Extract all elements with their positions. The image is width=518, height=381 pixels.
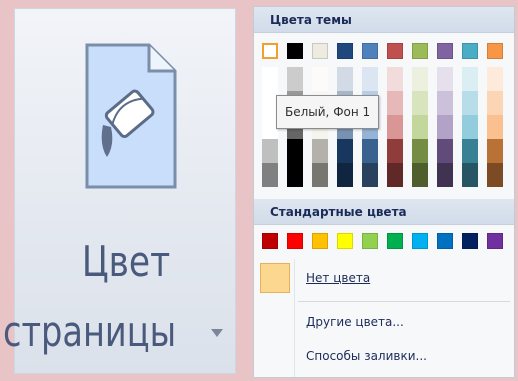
- menu-separator: [298, 301, 510, 302]
- dropdown-arrow-icon[interactable]: [211, 329, 223, 337]
- theme-color-swatch[interactable]: [262, 43, 278, 59]
- theme-shade-swatch[interactable]: [362, 163, 378, 187]
- theme-shade-swatch[interactable]: [412, 91, 428, 115]
- theme-shade-swatch[interactable]: [412, 163, 428, 187]
- theme-shade-swatch[interactable]: [262, 163, 278, 187]
- theme-shade-swatch[interactable]: [312, 163, 328, 187]
- theme-shade-swatch[interactable]: [487, 91, 503, 115]
- button-label-line1: Цвет: [81, 237, 171, 286]
- fill-effects-item[interactable]: Способы заливки...: [306, 349, 427, 363]
- theme-color-swatch[interactable]: [337, 43, 353, 59]
- theme-shade-swatch[interactable]: [337, 67, 353, 91]
- standard-color-swatch[interactable]: [387, 233, 403, 249]
- theme-shade-swatch[interactable]: [437, 115, 453, 139]
- theme-shade-swatch[interactable]: [387, 163, 403, 187]
- standard-color-swatch[interactable]: [337, 233, 353, 249]
- theme-color-swatch[interactable]: [462, 43, 478, 59]
- theme-shade-swatch[interactable]: [312, 67, 328, 91]
- theme-color-swatch[interactable]: [387, 43, 403, 59]
- theme-shade-swatch[interactable]: [462, 115, 478, 139]
- theme-shade-swatch[interactable]: [487, 67, 503, 91]
- theme-shade-swatch[interactable]: [287, 139, 303, 163]
- theme-shade-swatch[interactable]: [487, 163, 503, 187]
- theme-shade-swatch[interactable]: [487, 115, 503, 139]
- theme-shade-swatch[interactable]: [462, 67, 478, 91]
- theme-shade-swatch[interactable]: [437, 67, 453, 91]
- theme-shade-swatch[interactable]: [362, 139, 378, 163]
- page-color-menu: Цвета темы Белый, Фон 1 Стандартные цвет…: [253, 6, 515, 378]
- standard-color-swatch[interactable]: [412, 233, 428, 249]
- standard-color-swatch[interactable]: [487, 233, 503, 249]
- theme-shade-swatch[interactable]: [337, 163, 353, 187]
- theme-shade-swatch[interactable]: [412, 115, 428, 139]
- theme-shade-swatch[interactable]: [387, 67, 403, 91]
- theme-shade-swatch[interactable]: [387, 115, 403, 139]
- theme-shade-swatch[interactable]: [387, 91, 403, 115]
- standard-colors-header: Стандартные цвета: [254, 199, 514, 225]
- theme-colors-header: Цвета темы: [254, 7, 514, 33]
- more-colors-item[interactable]: Другие цвета...: [306, 315, 404, 329]
- theme-shade-swatch[interactable]: [362, 67, 378, 91]
- theme-shade-swatch[interactable]: [437, 91, 453, 115]
- standard-color-swatch[interactable]: [362, 233, 378, 249]
- theme-shade-swatch[interactable]: [412, 67, 428, 91]
- theme-color-swatch[interactable]: [437, 43, 453, 59]
- theme-shade-swatch[interactable]: [462, 163, 478, 187]
- theme-shade-swatch[interactable]: [437, 139, 453, 163]
- theme-color-swatch[interactable]: [312, 43, 328, 59]
- theme-shade-swatch[interactable]: [262, 67, 278, 91]
- theme-shade-swatch[interactable]: [287, 67, 303, 91]
- standard-color-swatch[interactable]: [437, 233, 453, 249]
- theme-color-swatch[interactable]: [412, 43, 428, 59]
- standard-color-swatch[interactable]: [287, 233, 303, 249]
- standard-color-swatch[interactable]: [462, 233, 478, 249]
- theme-shade-swatch[interactable]: [487, 139, 503, 163]
- no-color-swatch: [260, 263, 290, 293]
- theme-shade-swatch[interactable]: [437, 163, 453, 187]
- theme-shade-swatch[interactable]: [312, 139, 328, 163]
- standard-color-swatch[interactable]: [312, 233, 328, 249]
- color-tooltip: Белый, Фон 1: [276, 95, 380, 129]
- theme-shade-swatch[interactable]: [287, 163, 303, 187]
- theme-shade-swatch[interactable]: [262, 139, 278, 163]
- page-color-button[interactable]: Цвет страницы: [3, 8, 236, 374]
- no-color-item[interactable]: Нет цвета: [306, 271, 370, 285]
- theme-color-swatch[interactable]: [362, 43, 378, 59]
- theme-color-swatch[interactable]: [487, 43, 503, 59]
- theme-shade-swatch[interactable]: [412, 139, 428, 163]
- button-label-line2: страницы: [3, 307, 177, 356]
- theme-color-swatch[interactable]: [287, 43, 303, 59]
- menu-divider: [294, 259, 295, 377]
- standard-color-swatch[interactable]: [262, 233, 278, 249]
- page-paint-bucket-icon: [85, 43, 177, 189]
- theme-shade-swatch[interactable]: [387, 139, 403, 163]
- theme-shade-swatch[interactable]: [462, 91, 478, 115]
- theme-shade-swatch[interactable]: [462, 139, 478, 163]
- theme-shade-swatch[interactable]: [337, 139, 353, 163]
